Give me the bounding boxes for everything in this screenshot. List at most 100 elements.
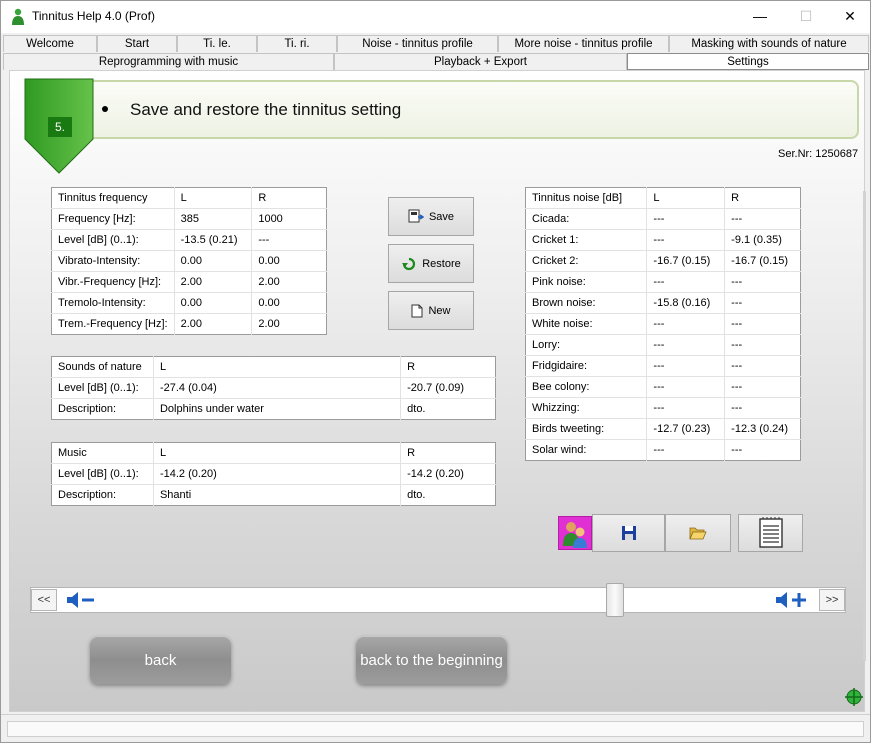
tab-reprogramming-with-music[interactable]: Reprogramming with music [3,53,334,70]
restore-button[interactable]: Restore [388,244,474,283]
value-right: 2.00 [251,271,327,293]
value-left: -15.8 (0.16) [646,292,726,314]
row-label: Bee colony: [525,376,648,398]
notes-button[interactable] [738,514,803,552]
tinnitus-noise-table: Tinnitus noise [dB] L R Cicada: --- --- Cr… [525,187,801,461]
panel-edge [863,191,866,661]
header-cell: L [153,356,402,378]
users-icon [563,522,587,548]
app-window: Tinnitus Help 4.0 (Prof) — ☐ ✕ Welcome S… [0,0,871,743]
table-row: Cricket 1: --- -9.1 (0.35) [525,229,801,251]
row-label: Cicada: [525,208,648,230]
status-panel [7,721,864,737]
value-left: --- [646,355,726,377]
volume-slider-thumb[interactable] [606,583,624,617]
value-left: --- [646,208,726,230]
value-left: --- [646,397,726,419]
tab-more-noise-tinnitus-profile[interactable]: More noise - tinnitus profile [498,35,669,52]
value-left: -12.7 (0.23) [646,418,726,440]
new-label: New [428,304,451,317]
users-button[interactable] [558,516,592,550]
header-cell: R [251,187,327,209]
table-row: Brown noise: -15.8 (0.16) --- [525,292,801,314]
row-label: Frequency [Hz]: [51,208,175,230]
header-cell: Tinnitus frequency [51,187,175,209]
tab-welcome[interactable]: Welcome [3,35,97,52]
back-to-beginning-button[interactable]: back to the beginning [356,636,507,684]
row-label: Level [dB] (0..1): [51,229,175,251]
crosshair-icon[interactable] [844,687,864,707]
value-left: Dolphins under water [153,398,402,420]
table-row: Birds tweeting: -12.7 (0.23) -12.3 (0.24) [525,418,801,440]
new-button[interactable]: New [388,291,474,330]
row-label: Solar wind: [525,439,648,461]
header-cell: R [400,356,496,378]
row-label: Description: [51,484,154,506]
volume-prev-button[interactable]: << [31,589,57,611]
table-row: Bee colony: --- --- [525,376,801,398]
value-left: 0.00 [174,250,253,272]
row-label: Tremolo-Intensity: [51,292,175,314]
step-number: 5. [48,117,72,137]
row-label: Cricket 2: [525,250,648,272]
row-label: Brown noise: [525,292,648,314]
value-left: -16.7 (0.15) [646,250,726,272]
row-label: White noise: [525,313,648,335]
save-settings-button[interactable] [592,514,665,552]
table-row: Solar wind: --- --- [525,439,801,461]
table-row: Cricket 2: -16.7 (0.15) -16.7 (0.15) [525,250,801,272]
bullet-icon [102,106,108,112]
value-right: --- [731,444,743,456]
tab-start[interactable]: Start [97,35,177,52]
value-right: --- [724,355,801,377]
value-right: --- [724,208,801,230]
save-button[interactable]: Save [388,197,474,236]
tab-ti-le[interactable]: Ti. le. [177,35,257,52]
table-row: Whizzing: --- --- [525,397,801,419]
row-label: Whizzing: [525,397,648,419]
tab-playback-export[interactable]: Playback + Export [334,53,627,70]
save-label: Save [428,210,455,223]
serial-number: Ser.Nr: 1250687 [778,148,859,160]
value-right: --- [724,313,801,335]
value-left: --- [646,271,726,293]
open-settings-button[interactable] [665,514,731,552]
notepad-icon [758,517,783,548]
tab-masking-sounds-of-nature[interactable]: Masking with sounds of nature [669,35,869,52]
floppy-disk-icon [621,526,636,540]
table-row: Level [dB] (0..1): -14.2 (0.20) -14.2 (0.2… [51,463,496,485]
tab-noise-tinnitus-profile[interactable]: Noise - tinnitus profile [337,35,498,52]
value-right: --- [724,292,801,314]
value-left: 385 [174,208,253,230]
value-left: -27.4 (0.04) [153,377,402,399]
close-button[interactable]: ✕ [827,1,870,31]
value-right: -9.1 (0.35) [724,229,801,251]
table-row: Tremolo-Intensity: 0.00 0.00 [51,292,327,314]
minimize-button[interactable]: — [737,1,783,31]
maximize-button[interactable]: ☐ [783,1,829,31]
volume-next-button[interactable]: >> [819,589,845,611]
value-right: -16.7 (0.15) [724,250,801,272]
row-label: Description: [51,398,154,420]
value-left: 0.00 [174,292,253,314]
value-right: 0.00 [251,250,327,272]
value-right: --- [251,229,327,251]
table-row: Description: Dolphins under water dto. [51,398,496,420]
table-row: Level [dB] (0..1): -13.5 (0.21) --- [51,229,327,251]
value-left: --- [646,313,726,335]
value-left: -14.2 (0.20) [153,463,402,485]
back-button[interactable]: back [90,636,231,684]
header-cell: Music [51,442,154,464]
music-table: Music L R Level [dB] (0..1): -14.2 (0.20)… [51,442,496,506]
value-left: --- [646,229,726,251]
table-row: Lorry: --- --- [525,334,801,356]
table-row: Pink noise: --- --- [525,271,801,293]
value-left: 2.00 [174,271,253,293]
value-right: 1000 [251,208,327,230]
volume-slider-track[interactable] [30,587,846,613]
value-left: --- [646,334,726,356]
tab-ti-ri[interactable]: Ti. ri. [257,35,337,52]
tab-settings[interactable]: Settings [627,53,869,70]
row-label: Level [dB] (0..1): [51,463,154,485]
value-right: -14.2 (0.20) [400,463,496,485]
